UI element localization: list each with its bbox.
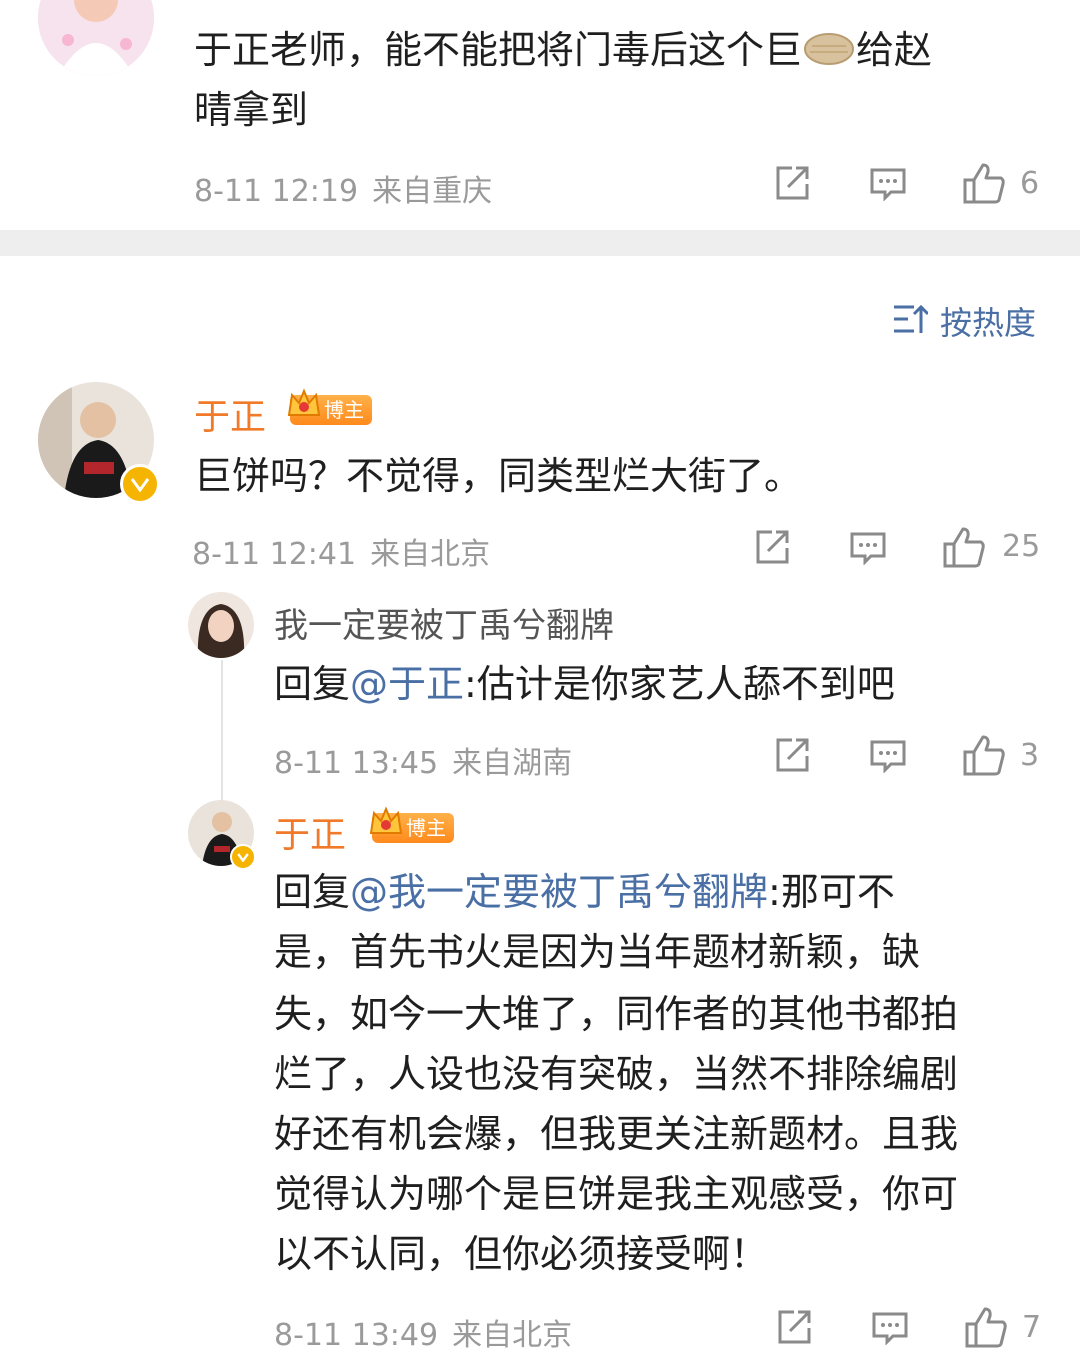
share-icon[interactable] xyxy=(776,1309,812,1345)
like-count: 6 xyxy=(1020,166,1040,201)
comment-text: 于正老师，能不能把将门毒后这个巨 给赵 xyxy=(194,20,932,83)
sort-label: 按热度 xyxy=(940,304,1037,342)
pie-emoji-icon xyxy=(804,23,855,83)
reply-text-line: 觉得认为哪个是巨饼是我主观感受，你可 xyxy=(274,1172,959,1216)
like-count: 25 xyxy=(1002,529,1041,564)
comment-meta: 8-11 12:41 来自北京 xyxy=(192,529,504,573)
username[interactable]: 于正 xyxy=(194,388,266,440)
comment-location: 来自北京 xyxy=(452,1318,573,1353)
avatar[interactable] xyxy=(188,592,254,658)
comment-meta: 8-11 13:45 来自湖南 xyxy=(274,738,586,782)
reply-text-line: 好还有机会爆，但我更关注新题材。且我 xyxy=(274,1112,959,1156)
like-icon[interactable] xyxy=(964,1306,1008,1348)
comment-time: 8-11 12:19 xyxy=(194,174,359,209)
crown-icon xyxy=(286,387,322,431)
comment-meta: 8-11 12:19 来自重庆 xyxy=(194,166,506,210)
blogger-badge: 博主 xyxy=(369,806,454,843)
comment-location: 来自湖南 xyxy=(452,746,573,781)
comment-icon[interactable] xyxy=(849,531,887,565)
comment-icon[interactable] xyxy=(871,1311,909,1345)
like-count: 3 xyxy=(1020,738,1040,773)
share-icon[interactable] xyxy=(754,529,790,565)
comment-text-line2: 晴拿到 xyxy=(194,88,309,132)
reply-text: 回复@于正:估计是你家艺人舔不到吧 xyxy=(274,662,895,706)
reply-text: 回复@我一定要被丁禹兮翻牌:那可不 xyxy=(274,870,895,914)
share-icon[interactable] xyxy=(774,165,810,201)
crown-icon xyxy=(368,805,404,849)
reply-text-line: 烂了，人设也没有突破，当然不排除编剧 xyxy=(274,1052,959,1096)
avatar[interactable] xyxy=(38,0,154,76)
comment-meta: 8-11 13:49 来自北京 xyxy=(274,1310,586,1354)
share-icon[interactable] xyxy=(774,737,810,773)
verified-icon xyxy=(120,464,160,504)
thread-line xyxy=(221,660,223,800)
username[interactable]: 于正 xyxy=(274,806,346,858)
like-icon[interactable] xyxy=(942,526,986,568)
comment-text: 巨饼吗？不觉得，同类型烂大街了。 xyxy=(194,454,803,498)
like-icon[interactable] xyxy=(962,734,1006,776)
mention-link[interactable]: @于正 xyxy=(350,662,464,706)
comment-time: 8-11 13:45 xyxy=(274,746,439,781)
comment-time: 8-11 12:41 xyxy=(192,537,357,572)
comment-icon[interactable] xyxy=(869,739,907,773)
reply-text-line: 是，首先书火是因为当年题材新颖，缺 xyxy=(274,930,921,974)
like-count: 7 xyxy=(1022,1310,1042,1345)
sort-by-hot-button[interactable]: 按热度 xyxy=(892,298,1036,344)
comment-location: 来自重庆 xyxy=(372,174,493,209)
comment-icon[interactable] xyxy=(869,167,907,201)
like-icon[interactable] xyxy=(962,162,1006,204)
comment-time: 8-11 13:49 xyxy=(274,1318,439,1353)
reply-text-line: 以不认同，但你必须接受啊！ xyxy=(274,1232,769,1276)
sort-icon xyxy=(892,303,930,339)
blogger-badge: 博主 xyxy=(287,388,372,425)
mention-link[interactable]: @我一定要被丁禹兮翻牌 xyxy=(350,870,768,914)
section-divider xyxy=(0,230,1080,256)
reply-text-line: 失，如今一大堆了，同作者的其他书都拍 xyxy=(274,992,959,1036)
username[interactable]: 我一定要被丁禹兮翻牌 xyxy=(274,598,614,647)
verified-icon xyxy=(230,844,256,870)
comment-location: 来自北京 xyxy=(370,537,491,572)
